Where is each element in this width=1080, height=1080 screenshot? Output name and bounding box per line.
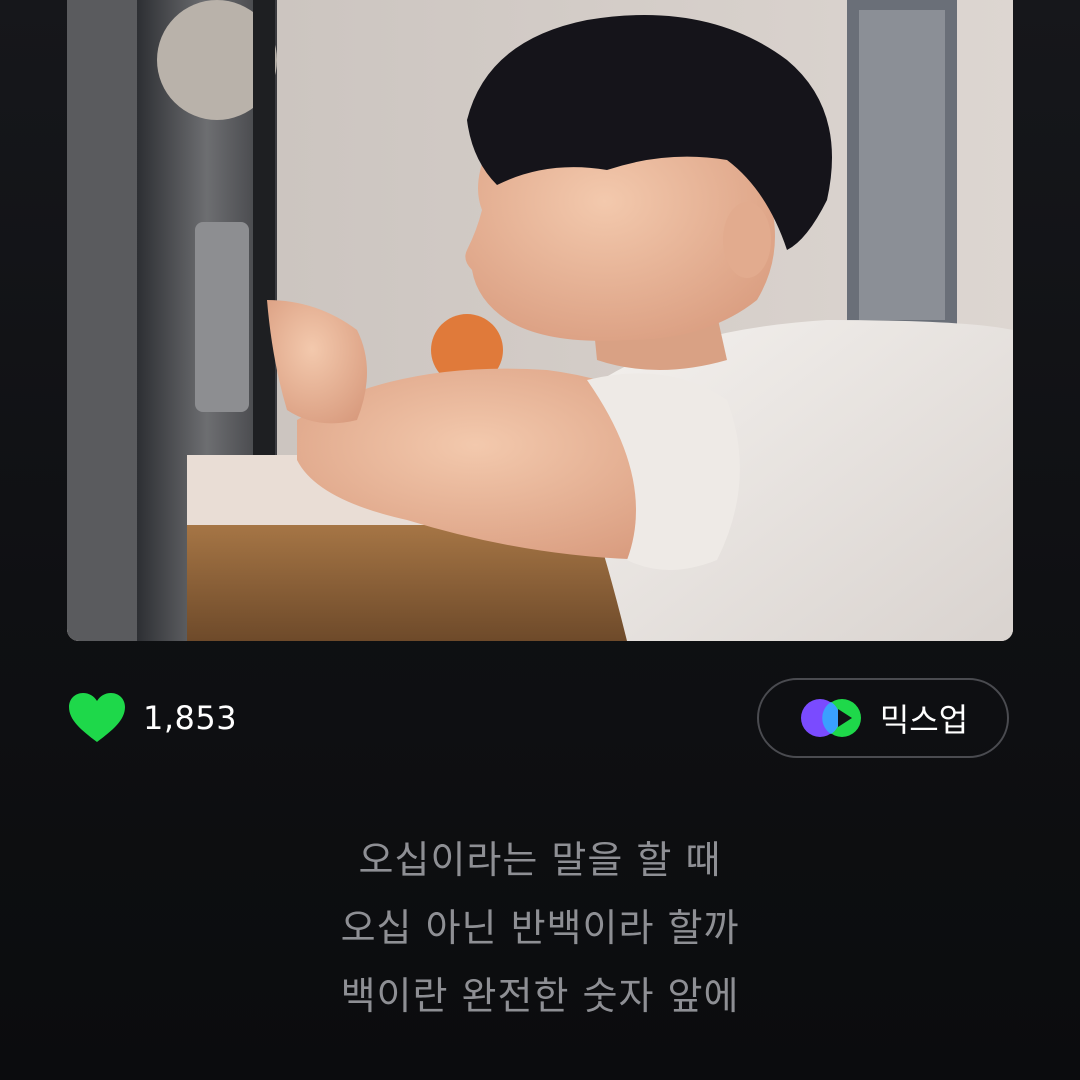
lyric-line[interactable]: 오십이라는 말을 할 때 xyxy=(0,826,1080,894)
like-count: 1,853 xyxy=(143,699,238,737)
album-cover-photo xyxy=(67,0,1013,641)
now-playing-screen: 1,853 믹스업 오십이라는 말을 할 때 오십 아닌 반백이라 할까 백이란… xyxy=(0,0,1080,1080)
like-group: 1,853 xyxy=(67,690,237,746)
lyrics-panel[interactable]: 오십이라는 말을 할 때 오십 아닌 반백이라 할까 백이란 완전한 숫자 앞에 xyxy=(0,826,1080,1030)
lyric-line[interactable]: 백이란 완전한 숫자 앞에 xyxy=(0,962,1080,1030)
mixup-button[interactable]: 믹스업 xyxy=(757,678,1009,758)
album-art[interactable] xyxy=(67,0,1013,641)
lyric-line[interactable]: 오십 아닌 반백이라 할까 xyxy=(0,894,1080,962)
mixup-icon xyxy=(798,696,866,740)
heart-icon[interactable] xyxy=(67,692,127,744)
mixup-label: 믹스업 xyxy=(879,701,969,739)
